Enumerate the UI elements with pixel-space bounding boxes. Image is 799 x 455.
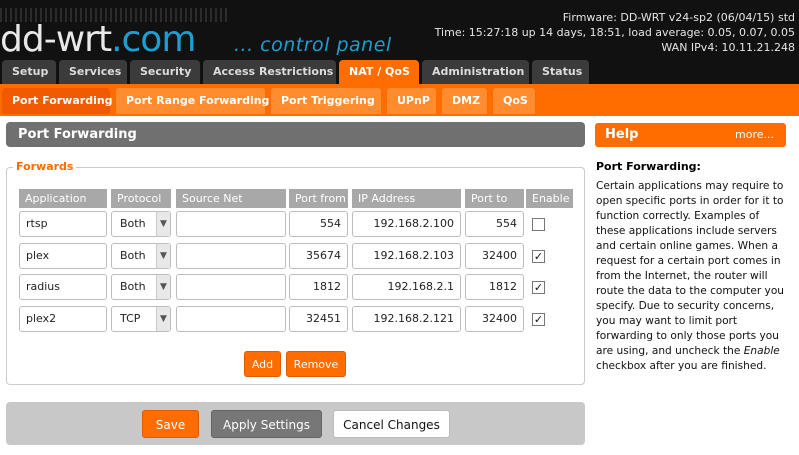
- wan-ip-text: WAN IPv4: 10.11.21.248: [661, 41, 795, 54]
- enable-checkbox[interactable]: ✓: [532, 250, 545, 263]
- tab-security[interactable]: Security: [130, 60, 200, 84]
- source-net-field[interactable]: [176, 306, 286, 332]
- uptime-text: Time: 15:27:18 up 14 days, 18:51, load a…: [434, 26, 795, 39]
- subtab-upnp[interactable]: UPnP: [387, 88, 436, 114]
- subtab-port-forwarding[interactable]: Port Forwarding: [2, 88, 113, 114]
- source-net-field[interactable]: [176, 211, 286, 237]
- subtab-dmz[interactable]: DMZ: [442, 88, 487, 114]
- protocol-select[interactable]: TCP ▼: [111, 306, 171, 332]
- help-body-emphasis: Enable: [743, 345, 780, 357]
- protocol-value: Both: [120, 280, 146, 293]
- section-title: Port Forwarding: [6, 122, 585, 147]
- application-field[interactable]: plex: [19, 243, 107, 269]
- main-tabs: Setup Services Security Access Restricti…: [0, 60, 589, 84]
- col-header-port-from: Port from: [289, 189, 348, 208]
- protocol-value: Both: [120, 217, 146, 230]
- port-to-field[interactable]: 32400: [465, 306, 524, 332]
- col-header-source-net: Source Net: [176, 189, 286, 208]
- col-header-ip-address: IP Address: [352, 189, 461, 208]
- subtab-port-range-forwarding[interactable]: Port Range Forwarding: [116, 88, 269, 114]
- port-to-field[interactable]: 1812: [465, 274, 524, 300]
- protocol-select[interactable]: Both ▼: [111, 243, 171, 269]
- tab-administration[interactable]: Administration: [422, 60, 529, 84]
- apply-settings-button[interactable]: Apply Settings: [211, 410, 322, 438]
- help-header: Help more...: [595, 123, 786, 147]
- protocol-value: TCP: [120, 312, 141, 325]
- subtab-port-triggering[interactable]: Port Triggering: [271, 88, 381, 114]
- enable-checkbox[interactable]: ✓: [532, 313, 545, 326]
- application-field[interactable]: rtsp: [19, 211, 107, 237]
- tab-status[interactable]: Status: [532, 60, 589, 84]
- protocol-select[interactable]: Both ▼: [111, 211, 171, 237]
- logo-suffix: .com: [111, 19, 196, 60]
- ip-address-field[interactable]: 192.168.2.100: [352, 211, 461, 237]
- add-button[interactable]: Add: [244, 351, 281, 377]
- chevron-down-icon: ▼: [156, 275, 170, 299]
- tab-services[interactable]: Services: [59, 60, 127, 84]
- source-net-field[interactable]: [176, 274, 286, 300]
- subtab-qos[interactable]: QoS: [493, 88, 535, 114]
- system-info: Firmware: DD-WRT v24-sp2 (06/04/15) std …: [435, 10, 795, 55]
- col-header-application: Application: [19, 189, 107, 208]
- help-title: Help: [605, 127, 639, 142]
- firmware-text: Firmware: DD-WRT v24-sp2 (06/04/15) std: [562, 11, 795, 24]
- tab-nat-qos[interactable]: NAT / QoS: [339, 60, 419, 84]
- col-header-enable: Enable: [526, 189, 573, 208]
- ip-address-field[interactable]: 192.168.2.121: [352, 306, 461, 332]
- tab-access-restrictions[interactable]: Access Restrictions: [203, 60, 336, 84]
- help-body: Certain applications may require to open…: [596, 179, 792, 374]
- ip-address-field[interactable]: 192.168.2.1: [352, 274, 461, 300]
- port-to-field[interactable]: 32400: [465, 243, 524, 269]
- save-button[interactable]: Save: [142, 410, 199, 438]
- col-header-port-to: Port to: [465, 189, 524, 208]
- ip-address-field[interactable]: 192.168.2.103: [352, 243, 461, 269]
- enable-checkbox[interactable]: ✓: [532, 281, 545, 294]
- chevron-down-icon: ▼: [156, 244, 170, 268]
- port-from-field[interactable]: 554: [289, 211, 348, 237]
- cancel-changes-button[interactable]: Cancel Changes: [333, 410, 450, 438]
- application-field[interactable]: plex2: [19, 306, 107, 332]
- enable-checkbox[interactable]: [532, 218, 545, 231]
- help-body-text-end: checkbox after you are finished.: [596, 360, 767, 372]
- tab-setup[interactable]: Setup: [2, 60, 56, 84]
- protocol-select[interactable]: Both ▼: [111, 274, 171, 300]
- help-heading: Port Forwarding:: [596, 160, 701, 173]
- col-header-protocol: Protocol: [111, 189, 171, 208]
- help-body-text: Certain applications may require to open…: [596, 180, 785, 357]
- chevron-down-icon: ▼: [156, 307, 170, 331]
- chevron-down-icon: ▼: [156, 212, 170, 236]
- port-from-field[interactable]: 1812: [289, 274, 348, 300]
- help-more-link[interactable]: more...: [735, 123, 774, 147]
- logo-main: dd-wrt: [0, 19, 112, 60]
- port-from-field[interactable]: 35674: [289, 243, 348, 269]
- protocol-value: Both: [120, 249, 146, 262]
- port-from-field[interactable]: 32451: [289, 306, 348, 332]
- forwards-legend: Forwards: [13, 160, 77, 173]
- logo: dd-wrt.com: [0, 19, 196, 60]
- sub-tabs: Port Forwarding Port Range Forwarding Po…: [0, 88, 535, 114]
- application-field[interactable]: radius: [19, 274, 107, 300]
- control-panel-subtitle: ... control panel: [234, 34, 392, 56]
- source-net-field[interactable]: [176, 243, 286, 269]
- port-to-field[interactable]: 554: [465, 211, 524, 237]
- remove-button[interactable]: Remove: [286, 351, 346, 377]
